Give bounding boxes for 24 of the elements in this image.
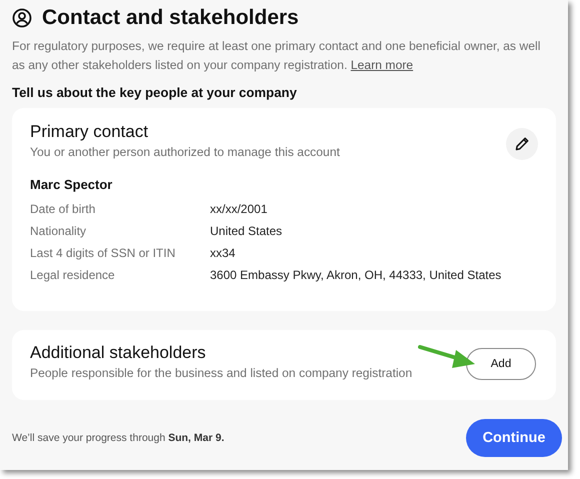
pencil-icon bbox=[514, 136, 530, 152]
intro-text: For regulatory purposes, we require at least one primary contact and one beneficial owner, as well as any other stakeholders listed on your company registration. Learn more bbox=[12, 38, 542, 74]
card-subtitle: You or another person authorized to manage this account bbox=[30, 145, 341, 159]
annotation-arrow bbox=[418, 344, 476, 370]
field-value: United States bbox=[210, 224, 284, 238]
field-value: xx34 bbox=[210, 246, 236, 260]
card-title: Primary contact bbox=[30, 122, 150, 142]
field-value: 3600 Embassy Pkwy, Akron, OH, 44333, United States bbox=[210, 268, 502, 282]
learn-more-link[interactable]: Learn more bbox=[350, 58, 414, 72]
field-label: Nationality bbox=[30, 224, 88, 238]
person-icon bbox=[12, 8, 32, 28]
edit-button[interactable] bbox=[506, 128, 538, 160]
card-subtitle: People responsible for the business and listed on company registration bbox=[30, 366, 412, 380]
continue-button[interactable]: Continue bbox=[466, 419, 562, 457]
save-progress-note: We’ll save your progress through Sun, Mar 9. bbox=[12, 432, 224, 444]
field-label: Last 4 digits of SSN or ITIN bbox=[30, 246, 176, 260]
card-title: Additional stakeholders bbox=[30, 342, 207, 362]
add-button[interactable]: Add bbox=[466, 348, 536, 380]
page-title: Contact and stakeholders bbox=[42, 6, 299, 30]
field-label: Legal residence bbox=[30, 268, 116, 282]
field-label: Date of birth bbox=[30, 202, 96, 216]
contact-name: Marc Spector bbox=[30, 177, 114, 192]
section-heading: Tell us about the key people at your company bbox=[12, 85, 298, 100]
field-value: xx/xx/2001 bbox=[210, 202, 268, 216]
